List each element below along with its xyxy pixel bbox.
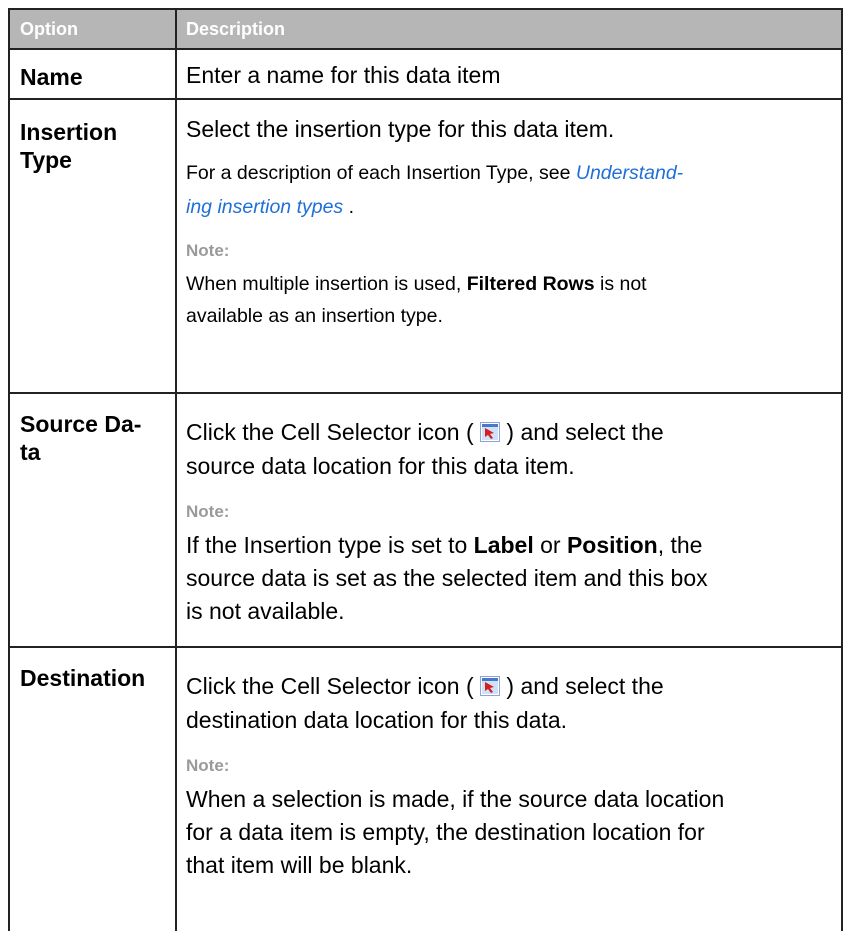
cell-selector-icon[interactable] bbox=[480, 676, 500, 696]
description-source-data: Click the Cell Selector icon ( ) and sel… bbox=[186, 415, 834, 628]
understanding-insertion-types-link[interactable]: ing insertion types bbox=[186, 196, 343, 218]
desc-reference: For a description of each Insertion Type… bbox=[186, 156, 834, 224]
option-source-data: Source Da- ta bbox=[20, 410, 170, 466]
note-text-part: source data is set as the selected item … bbox=[186, 565, 708, 591]
note-text: If the Insertion type is set to Label or… bbox=[186, 529, 834, 628]
note-text-part: When a selection is made, if the source … bbox=[186, 786, 725, 812]
row-divider bbox=[10, 392, 841, 394]
description-destination: Click the Cell Selector icon ( ) and sel… bbox=[186, 669, 834, 882]
note-text-part: that item will be blank. bbox=[186, 852, 413, 878]
desc-text: Select the insertion type for this data … bbox=[186, 116, 615, 142]
note-bold: Filtered Rows bbox=[466, 273, 595, 295]
header-description: Description bbox=[186, 19, 286, 39]
row-divider bbox=[10, 646, 841, 648]
note-text-part: for a data item is empty, the destinatio… bbox=[186, 819, 705, 845]
desc-text: Click the Cell Selector icon ( ) and sel… bbox=[186, 415, 834, 483]
understanding-insertion-types-link[interactable]: Understand- bbox=[576, 162, 683, 184]
description-insertion-type: Select the insertion type for this data … bbox=[186, 112, 834, 332]
desc-text-part: destination data location for this data. bbox=[186, 707, 568, 733]
note-text-part: is not bbox=[594, 273, 647, 295]
desc-text-part: ) and select the bbox=[500, 673, 664, 699]
note-bold: Label bbox=[473, 532, 534, 558]
option-line: Source Da- bbox=[20, 411, 142, 437]
option-destination: Destination bbox=[20, 665, 146, 691]
note-text: When multiple insertion is used, Filtere… bbox=[186, 268, 834, 332]
note-label: Note: bbox=[186, 756, 230, 775]
desc-text-part: source data location for this data item. bbox=[186, 453, 575, 479]
option-name: Name bbox=[20, 64, 83, 90]
cell-selector-icon[interactable] bbox=[480, 422, 500, 442]
ref-text: For a description of each Insertion Type… bbox=[186, 162, 576, 184]
note-text-part: If the Insertion type is set to bbox=[186, 532, 474, 558]
option-line: Type bbox=[20, 147, 72, 173]
table-header: Option Description bbox=[10, 8, 841, 50]
note-bold: Position bbox=[566, 532, 658, 558]
header-option: Option bbox=[20, 19, 78, 39]
note-text: When a selection is made, if the source … bbox=[186, 783, 834, 882]
option-insertion-type: Insertion Type bbox=[20, 118, 170, 174]
desc-text-part: Click the Cell Selector icon ( bbox=[186, 673, 480, 699]
options-table: Option Description Name Enter a name for… bbox=[8, 8, 843, 931]
option-line: Insertion bbox=[20, 119, 118, 145]
note-text-part: is not available. bbox=[186, 598, 345, 624]
desc-text: Enter a name for this data item bbox=[186, 62, 501, 88]
note-text-part: When multiple insertion is used, bbox=[186, 273, 467, 295]
ref-text: . bbox=[343, 196, 355, 218]
row-divider bbox=[10, 98, 841, 100]
note-text-part: or bbox=[533, 532, 567, 558]
option-line: ta bbox=[20, 439, 41, 465]
note-label: Note: bbox=[186, 241, 230, 260]
note-text-part: , the bbox=[657, 532, 703, 558]
description-name: Enter a name for this data item bbox=[186, 58, 834, 92]
desc-text-part: ) and select the bbox=[500, 419, 664, 445]
note-text-part: available as an insertion type. bbox=[186, 305, 443, 327]
column-divider bbox=[175, 8, 177, 931]
note-label: Note: bbox=[186, 502, 230, 521]
desc-text-part: Click the Cell Selector icon ( bbox=[186, 419, 480, 445]
desc-text: Click the Cell Selector icon ( ) and sel… bbox=[186, 669, 834, 737]
